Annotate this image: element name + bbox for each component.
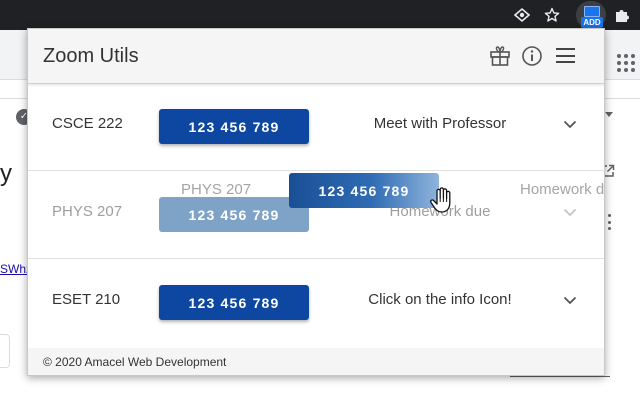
chevron-down-icon[interactable] — [563, 296, 577, 305]
popup-title: Zoom Utils — [43, 45, 139, 67]
join-meeting-button[interactable]: 123 456 789 — [159, 285, 309, 320]
zoom-utils-extension-button[interactable]: ADD — [581, 4, 603, 28]
page-input-fragment[interactable] — [0, 334, 10, 368]
gift-icon[interactable] — [488, 44, 512, 68]
menu-icon[interactable] — [556, 48, 575, 63]
course-note: Meet with Professor — [373, 115, 507, 132]
course-row: ESET 210 123 456 789 Click on the info I… — [28, 260, 604, 347]
extension-badge: ADD — [581, 17, 603, 28]
course-row: CSCE 222 123 456 789 Meet with Professor — [28, 84, 604, 171]
chevron-down-icon[interactable] — [563, 120, 577, 129]
course-note: Click on the info Icon! — [368, 291, 512, 308]
course-name: ESET 210 — [52, 291, 121, 308]
zoom-utils-popup: Zoom Utils CSCE 222 123 456 789 Meet wit… — [27, 28, 605, 376]
join-meeting-button[interactable]: 123 456 789 — [159, 109, 309, 144]
apps-grid-icon[interactable] — [617, 54, 635, 72]
dragged-course-note: Homework due — [520, 181, 605, 198]
course-name: CSCE 222 — [52, 115, 123, 132]
popup-header: Zoom Utils — [28, 29, 604, 84]
more-vert-icon[interactable] — [608, 214, 612, 230]
copyright-text: © 2020 Amacel Web Development — [43, 355, 227, 369]
page-heading-fragment: y — [0, 160, 12, 187]
puzzle-extensions-icon[interactable] — [612, 5, 632, 25]
monitor-icon — [584, 6, 600, 17]
dragged-meeting-button[interactable]: 123 456 789 — [289, 173, 439, 208]
dragged-course-name: PHYS 207 — [181, 181, 252, 198]
caret-down-icon[interactable] — [605, 112, 613, 117]
info-icon[interactable] — [520, 44, 544, 68]
chevron-down-icon[interactable] — [563, 208, 577, 217]
eye-icon[interactable] — [512, 5, 532, 25]
join-meeting-button[interactable]: 123 456 789 — [159, 197, 309, 232]
course-name: PHYS 207 — [52, 203, 123, 220]
bookmark-star-icon[interactable] — [542, 5, 562, 25]
grab-hand-cursor-icon — [430, 187, 451, 213]
popup-footer: © 2020 Amacel Web Development — [28, 348, 604, 375]
page-underline — [510, 376, 610, 377]
